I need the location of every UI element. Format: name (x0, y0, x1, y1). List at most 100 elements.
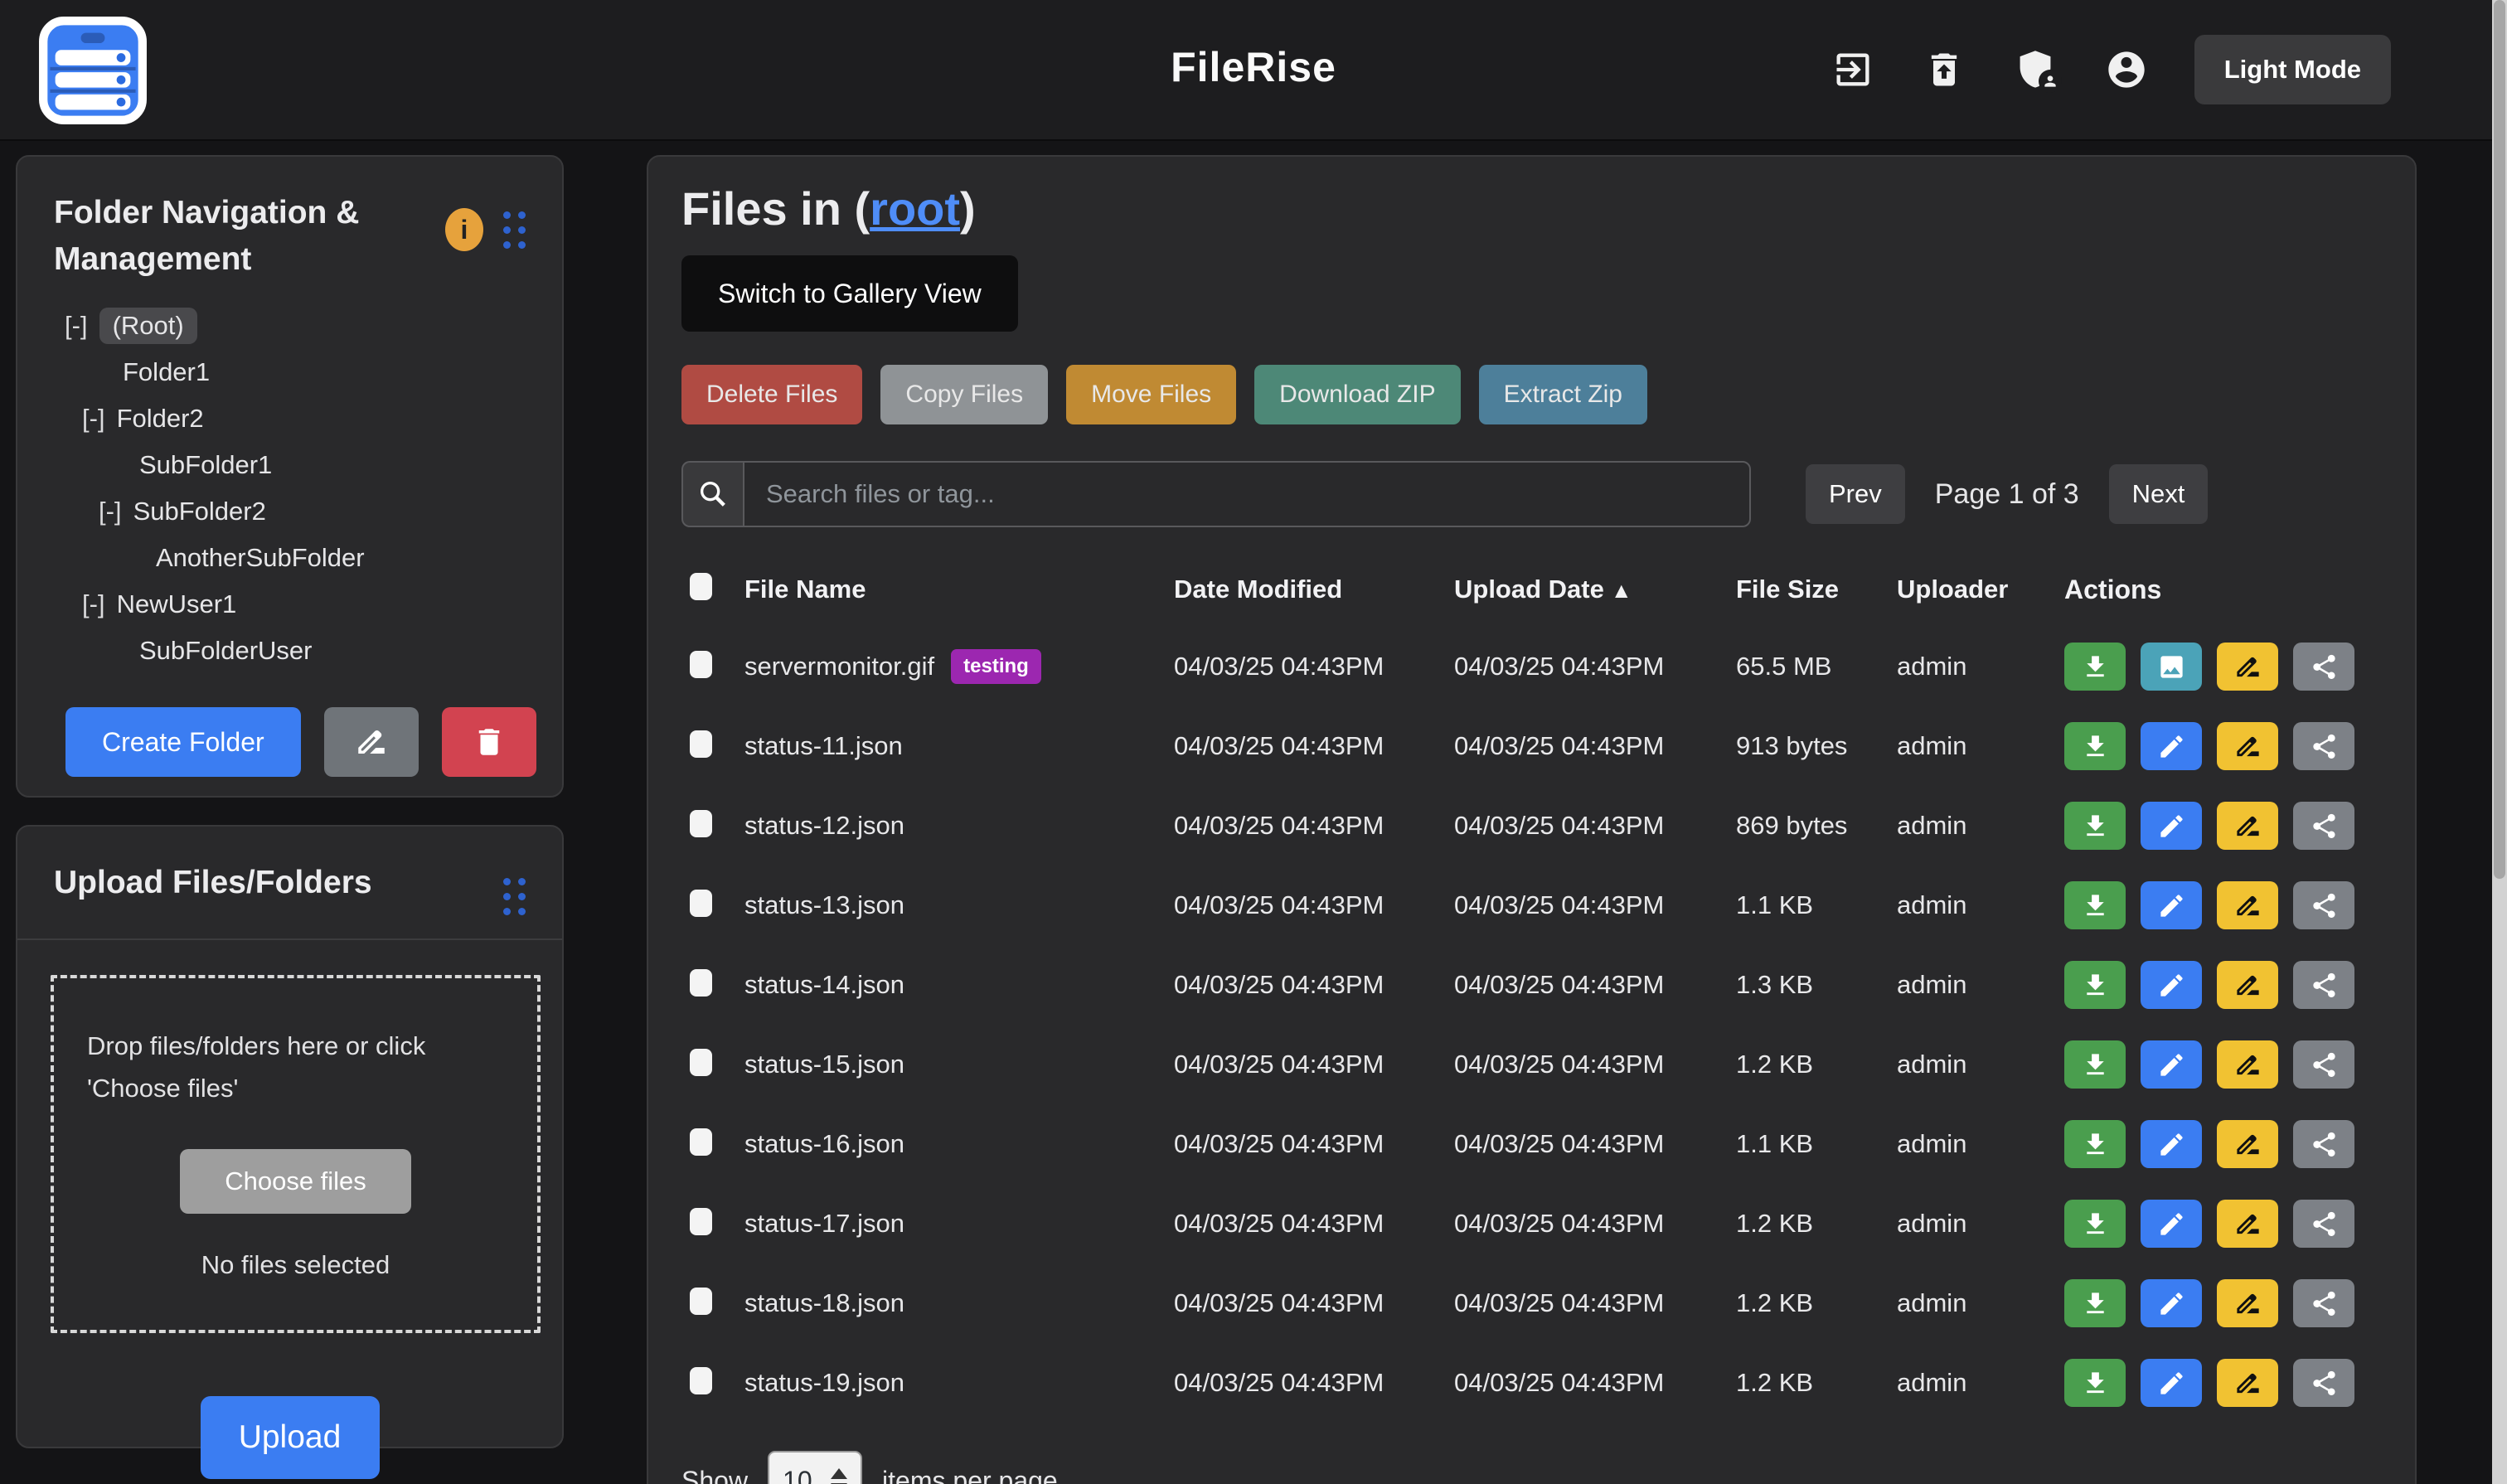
rename-folder-button[interactable] (324, 707, 419, 777)
share-button[interactable] (2293, 802, 2354, 850)
tree-collapse-toggle[interactable]: [-] (65, 311, 88, 341)
edit-button[interactable] (2141, 722, 2202, 770)
share-button[interactable] (2293, 643, 2354, 691)
download-button[interactable] (2064, 961, 2126, 1009)
light-mode-button[interactable]: Light Mode (2194, 35, 2391, 104)
prev-page-button[interactable]: Prev (1806, 464, 1905, 524)
tree-item-root[interactable]: [-] (Root) (17, 303, 562, 349)
share-button[interactable] (2293, 1120, 2354, 1168)
tree-collapse-toggle[interactable]: [-] (82, 404, 105, 434)
user-account-icon[interactable] (2103, 46, 2150, 93)
download-button[interactable] (2064, 1040, 2126, 1089)
column-file-size[interactable]: File Size (1736, 575, 1897, 604)
switch-gallery-view-button[interactable]: Switch to Gallery View (681, 255, 1018, 332)
page-scrollbar[interactable] (2492, 0, 2507, 1484)
table-row[interactable]: status-12.json 04/03/25 04:43PM 04/03/25… (681, 786, 2382, 866)
tree-label[interactable]: Folder2 (117, 404, 204, 434)
root-folder-link[interactable]: root (870, 182, 960, 235)
upload-button[interactable]: Upload (201, 1396, 380, 1479)
tree-label[interactable]: SubFolderUser (139, 636, 312, 666)
rename-button[interactable] (2217, 722, 2278, 770)
download-button[interactable] (2064, 1200, 2126, 1248)
download-button[interactable] (2064, 881, 2126, 929)
tree-item-subfolder2[interactable]: [-]SubFolder2 (17, 488, 562, 535)
row-checkbox[interactable] (690, 1208, 712, 1235)
rename-button[interactable] (2217, 1120, 2278, 1168)
edit-button[interactable] (2141, 1120, 2202, 1168)
tree-label[interactable]: AnotherSubFolder (156, 543, 365, 573)
next-page-button[interactable]: Next (2109, 464, 2209, 524)
select-all-checkbox[interactable] (690, 573, 712, 600)
table-row[interactable]: status-13.json 04/03/25 04:43PM 04/03/25… (681, 866, 2382, 945)
download-button[interactable] (2064, 802, 2126, 850)
rename-button[interactable] (2217, 881, 2278, 929)
rename-button[interactable] (2217, 1279, 2278, 1327)
table-row[interactable]: status-15.json 04/03/25 04:43PM 04/03/25… (681, 1025, 2382, 1104)
table-row[interactable]: status-18.json 04/03/25 04:43PM 04/03/25… (681, 1263, 2382, 1343)
extract-zip-button[interactable]: Extract Zip (1479, 365, 1647, 424)
edit-button[interactable] (2141, 1359, 2202, 1407)
table-row[interactable]: status-14.json 04/03/25 04:43PM 04/03/25… (681, 945, 2382, 1025)
tree-item-folder2[interactable]: [-] Folder2 (17, 395, 562, 442)
search-input[interactable] (743, 461, 1751, 527)
tree-item-subfolderuser[interactable]: SubFolderUser (17, 628, 562, 674)
tree-collapse-toggle[interactable]: [-] (82, 589, 105, 619)
edit-button[interactable] (2141, 881, 2202, 929)
rename-button[interactable] (2217, 802, 2278, 850)
table-row[interactable]: servermonitor.giftesting 04/03/25 04:43P… (681, 627, 2382, 706)
choose-files-button[interactable]: Choose files (180, 1149, 411, 1214)
tree-item-subfolder1[interactable]: SubFolder1 (17, 442, 562, 488)
tree-label[interactable]: NewUser1 (117, 589, 237, 619)
delete-folder-button[interactable] (442, 707, 536, 777)
share-button[interactable] (2293, 1279, 2354, 1327)
tree-label[interactable]: (Root) (99, 308, 197, 344)
table-row[interactable]: status-16.json 04/03/25 04:43PM 04/03/25… (681, 1104, 2382, 1184)
row-checkbox[interactable] (690, 890, 712, 917)
download-button[interactable] (2064, 1279, 2126, 1327)
download-zip-button[interactable]: Download ZIP (1254, 365, 1460, 424)
share-button[interactable] (2293, 881, 2354, 929)
rename-button[interactable] (2217, 1040, 2278, 1089)
column-date-modified[interactable]: Date Modified (1174, 575, 1454, 604)
share-button[interactable] (2293, 1200, 2354, 1248)
download-button[interactable] (2064, 1359, 2126, 1407)
share-button[interactable] (2293, 1040, 2354, 1089)
tree-label[interactable]: Folder1 (123, 357, 210, 387)
download-button[interactable] (2064, 722, 2126, 770)
edit-button[interactable] (2141, 961, 2202, 1009)
create-folder-button[interactable]: Create Folder (65, 707, 301, 777)
drag-handle-icon[interactable] (503, 211, 526, 249)
row-checkbox[interactable] (690, 969, 712, 997)
tree-item-newuser1[interactable]: [-] NewUser1 (17, 581, 562, 628)
column-uploader[interactable]: Uploader (1897, 575, 2064, 604)
row-checkbox[interactable] (690, 651, 712, 678)
edit-button[interactable] (2141, 1279, 2202, 1327)
info-icon[interactable]: i (445, 208, 483, 251)
tree-collapse-toggle[interactable]: [-] (99, 497, 122, 526)
row-checkbox[interactable] (690, 730, 712, 758)
table-row[interactable]: status-19.json 04/03/25 04:43PM 04/03/25… (681, 1343, 2382, 1423)
rename-button[interactable] (2217, 1200, 2278, 1248)
share-button[interactable] (2293, 961, 2354, 1009)
file-dropzone[interactable]: Drop files/folders here or click 'Choose… (51, 975, 541, 1333)
preview-image-button[interactable] (2141, 643, 2202, 691)
row-checkbox[interactable] (690, 1288, 712, 1315)
edit-button[interactable] (2141, 1200, 2202, 1248)
share-button[interactable] (2293, 722, 2354, 770)
tree-item-anothersubfolder[interactable]: AnotherSubFolder (17, 535, 562, 581)
rename-button[interactable] (2217, 643, 2278, 691)
download-button[interactable] (2064, 643, 2126, 691)
tree-item-folder1[interactable]: Folder1 (17, 349, 562, 395)
scrollbar-thumb[interactable] (2494, 0, 2505, 879)
download-button[interactable] (2064, 1120, 2126, 1168)
rename-button[interactable] (2217, 1359, 2278, 1407)
share-button[interactable] (2293, 1359, 2354, 1407)
row-checkbox[interactable] (690, 1367, 712, 1394)
column-upload-date[interactable]: Upload Date▲ (1454, 575, 1736, 604)
edit-button[interactable] (2141, 1040, 2202, 1089)
table-row[interactable]: status-17.json 04/03/25 04:43PM 04/03/25… (681, 1184, 2382, 1263)
table-row[interactable]: status-11.json 04/03/25 04:43PM 04/03/25… (681, 706, 2382, 786)
per-page-select[interactable]: 10 (768, 1451, 862, 1484)
tree-label[interactable]: SubFolder1 (139, 450, 272, 480)
column-file-name[interactable]: File Name (744, 575, 1174, 604)
